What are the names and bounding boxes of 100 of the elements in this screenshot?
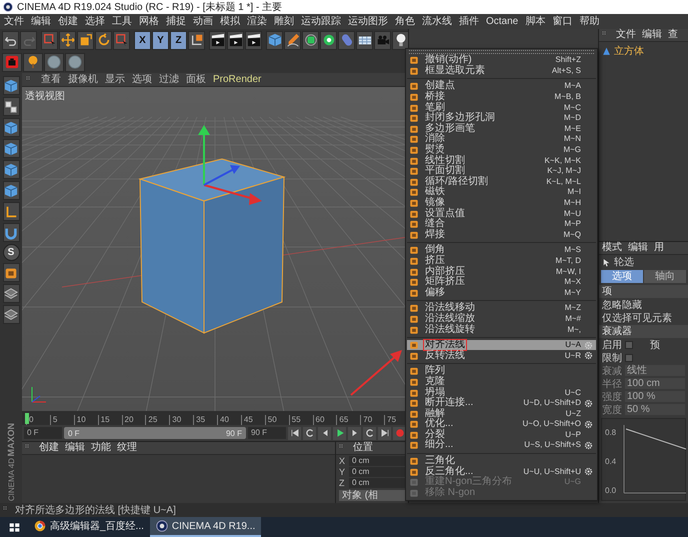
toolbar-button[interactable] (2, 30, 19, 50)
menu-item[interactable]: 克隆 (407, 376, 596, 388)
menu-item[interactable]: 磁铁 M~I (407, 187, 596, 198)
menu-item[interactable]: 模式 (602, 242, 622, 254)
menu-item[interactable]: 编辑 (65, 442, 85, 454)
menu-item[interactable]: 分裂 U~P (407, 430, 596, 440)
toolbar-button[interactable] (245, 30, 262, 50)
menu-item[interactable]: 脚本 (525, 16, 546, 28)
menu-item[interactable]: 桥接 M~B, B (407, 92, 596, 102)
menu-item[interactable]: 编辑 (642, 29, 662, 41)
menu-item[interactable]: 断开连接... U~D, U~Shift+D (407, 398, 596, 408)
solo-button[interactable]: S (2, 244, 20, 261)
menu-item[interactable]: 平面切割 K~J, M~J (407, 166, 596, 177)
toolbar-button[interactable] (356, 30, 373, 50)
menu-item[interactable]: 显示 (105, 74, 125, 86)
settings-icon[interactable] (584, 420, 594, 429)
menu-item[interactable]: 熨烫 M~G (407, 144, 596, 156)
menu-item[interactable]: 运动跟踪 (301, 16, 341, 28)
tab[interactable]: 轴向 (644, 270, 686, 283)
transport-button[interactable] (363, 426, 376, 440)
menu-item[interactable]: 循环/路径切割 K~L, M~L (407, 176, 596, 188)
axis-lock-button[interactable]: Y (152, 30, 169, 50)
taskbar-item[interactable]: CINEMA 4D R19... (150, 517, 262, 537)
settings-icon[interactable] (584, 467, 594, 476)
menu-item[interactable]: 文件 (616, 29, 636, 41)
menu-item[interactable]: Octane (486, 16, 518, 28)
coordinate-field[interactable]: 0 cm (349, 456, 405, 466)
menu-item[interactable]: 线性切割 K~K, M~K (407, 155, 596, 166)
transport-button[interactable] (318, 426, 331, 440)
toolbar-button[interactable] (188, 30, 205, 50)
menu-item[interactable]: 消除 M~N (407, 134, 596, 145)
menu-item[interactable]: 用 (654, 242, 664, 254)
menu-item[interactable]: 融解 U~Z (407, 408, 596, 419)
menu-item[interactable]: 矩阵挤压 M~X (407, 276, 596, 288)
transport-button[interactable] (378, 426, 391, 440)
menu-item[interactable]: ProRender (213, 74, 262, 86)
menu-item[interactable]: 偏移 M~Y (407, 287, 596, 298)
menu-item[interactable]: 反三角化... U~U, U~Shift+U (407, 466, 596, 477)
menu-item[interactable]: 封闭多边形孔洞 M~D (407, 112, 596, 124)
menu-item[interactable]: 角色 (395, 16, 415, 28)
menu-item[interactable]: 优化... U~O, U~Shift+O (407, 419, 596, 430)
transport-button[interactable] (333, 426, 346, 440)
settings-icon[interactable] (584, 440, 594, 450)
settings-icon[interactable] (584, 351, 594, 360)
menu-item[interactable]: 运动图形 (348, 16, 388, 28)
axis-lock-button[interactable]: Z (170, 30, 187, 50)
menu-item[interactable]: 功能 (91, 442, 111, 454)
menu-item[interactable]: 捕捉 (166, 16, 186, 28)
menu-item[interactable]: 倒角 M~S (407, 245, 596, 256)
menu-item[interactable]: 渲染 (247, 16, 267, 28)
transport-button[interactable] (393, 426, 406, 440)
toolbar-button[interactable] (2, 97, 20, 116)
menu-item[interactable]: 网格 (139, 16, 159, 28)
menu-item[interactable]: 查看 (41, 74, 61, 86)
menu-item[interactable]: 流水线 (422, 16, 452, 28)
menu-item[interactable]: 动画 (193, 16, 213, 28)
menu-item[interactable]: 细分... U~S, U~Shift+S (407, 440, 596, 451)
menu-item[interactable]: 编辑 (628, 242, 648, 254)
menu-item[interactable]: 阵列 (407, 366, 596, 377)
toolbar-button[interactable] (77, 30, 94, 50)
toolbar-button[interactable] (302, 30, 319, 50)
toolbar-button[interactable] (2, 202, 20, 221)
menu-item[interactable]: 纹理 (117, 442, 137, 454)
menu-item[interactable]: 选择 (85, 16, 105, 28)
frame-field[interactable]: 90 F (248, 427, 286, 439)
checkbox[interactable] (625, 340, 633, 348)
menu-item[interactable]: 创建 (58, 16, 78, 28)
transport-button[interactable] (303, 426, 316, 440)
toolbar-button[interactable] (209, 30, 226, 50)
menu-item[interactable]: 创建 (39, 442, 59, 454)
settings-icon[interactable] (584, 398, 594, 408)
menu-item[interactable]: 镜像 M~H (407, 198, 596, 208)
toolbar-button[interactable] (320, 30, 337, 50)
menu-item[interactable]: 缝合 M~P (407, 218, 596, 230)
menu-item[interactable]: 沿法线旋转 M~, (407, 324, 596, 335)
checkbox[interactable] (625, 354, 633, 362)
menu-item[interactable]: 沿法线缩放 M~# (407, 314, 596, 324)
menu-item[interactable]: 雕刻 (274, 16, 294, 28)
toolbar-button[interactable] (284, 30, 301, 50)
menu-item[interactable]: 创建点 M~A (407, 81, 596, 92)
menu-item[interactable]: 过滤 (159, 74, 179, 86)
frame-field[interactable]: 0 F (24, 427, 62, 439)
taskbar-item[interactable]: 高级编辑器_百度经... (28, 517, 150, 537)
menu-item[interactable]: 三角化 (407, 456, 596, 466)
toolbar-button[interactable] (2, 284, 20, 303)
menu-item[interactable]: 摄像机 (68, 74, 98, 86)
menu-item[interactable]: 沿法线移动 M~Z (407, 303, 596, 314)
toolbar-button[interactable] (392, 30, 409, 50)
tear-off-handle[interactable] (409, 50, 594, 54)
menu-item[interactable]: 选项 (132, 74, 152, 86)
menu-item[interactable]: 编辑 (31, 16, 51, 28)
menu-item[interactable]: 反转法线 U~R (407, 350, 596, 362)
toolbar-button[interactable] (227, 30, 244, 50)
menu-item[interactable]: 面板 (186, 74, 206, 86)
menu-item[interactable]: 插件 (459, 16, 479, 28)
toolbar-button[interactable] (2, 263, 20, 282)
menu-item[interactable]: 文件 (4, 16, 24, 28)
menu-item[interactable]: 挤压 M~T, D (407, 256, 596, 266)
menu-item[interactable]: 内部挤压 M~W, I (407, 266, 596, 277)
mode-dropdown[interactable]: 对象 (相 (339, 490, 405, 501)
